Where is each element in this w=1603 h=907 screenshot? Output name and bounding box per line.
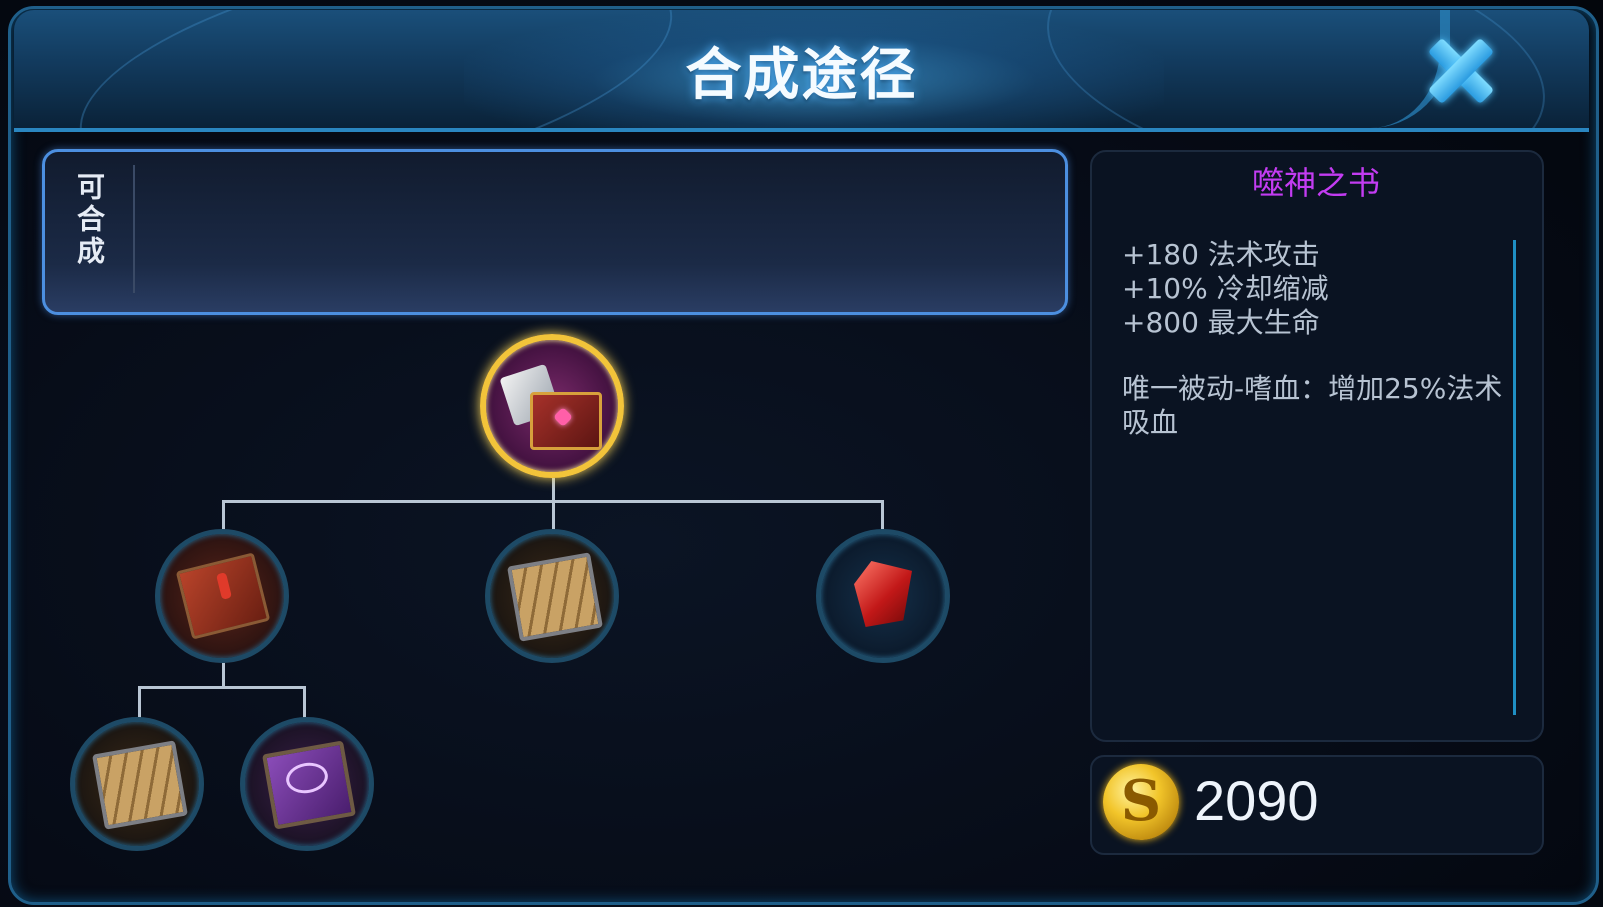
gold-coin-icon: S bbox=[1103, 764, 1179, 840]
wooden-book-icon bbox=[92, 740, 188, 830]
purple-tome-icon bbox=[262, 740, 356, 830]
stat-line: +10% 冷却缩减 bbox=[1122, 272, 1329, 305]
tree-connector bbox=[138, 686, 141, 718]
close-button[interactable] bbox=[1418, 28, 1504, 114]
component-item-slot[interactable] bbox=[155, 529, 289, 663]
book-of-devouring-icon bbox=[499, 363, 602, 450]
tree-connector bbox=[222, 500, 225, 530]
component-item-slot[interactable] bbox=[240, 717, 374, 851]
synthesis-divider bbox=[133, 165, 135, 293]
component-item-slot[interactable] bbox=[485, 529, 619, 663]
wooden-book-icon bbox=[507, 552, 603, 642]
item-price: 2090 bbox=[1194, 769, 1319, 832]
synthesis-panel bbox=[42, 149, 1068, 315]
details-scrollbar[interactable] bbox=[1513, 240, 1516, 715]
tree-connector bbox=[138, 686, 306, 689]
component-item-slot[interactable] bbox=[816, 529, 950, 663]
stat-line: +180 法术攻击 bbox=[1122, 238, 1320, 271]
tree-connector bbox=[552, 500, 555, 530]
page-title: 合成途径 bbox=[685, 43, 918, 108]
component-item-slot[interactable] bbox=[70, 717, 204, 851]
item-passive: 唯一被动-嗜血：增加25%法术吸血 bbox=[1122, 372, 1503, 439]
stat-line: +800 最大生命 bbox=[1122, 306, 1320, 339]
tree-connector bbox=[303, 686, 306, 718]
item-stats: +180 法术攻击 +10% 冷却缩减 +800 最大生命 bbox=[1122, 238, 1502, 340]
synthesis-label: 可合成 bbox=[73, 172, 106, 268]
red-spellbook-icon bbox=[175, 551, 271, 641]
item-name: 噬神之书 bbox=[1251, 164, 1380, 202]
root-item-slot[interactable] bbox=[480, 334, 624, 478]
tree-connector bbox=[881, 500, 884, 530]
red-crystal-icon bbox=[846, 553, 922, 639]
tree-connector bbox=[222, 660, 225, 688]
